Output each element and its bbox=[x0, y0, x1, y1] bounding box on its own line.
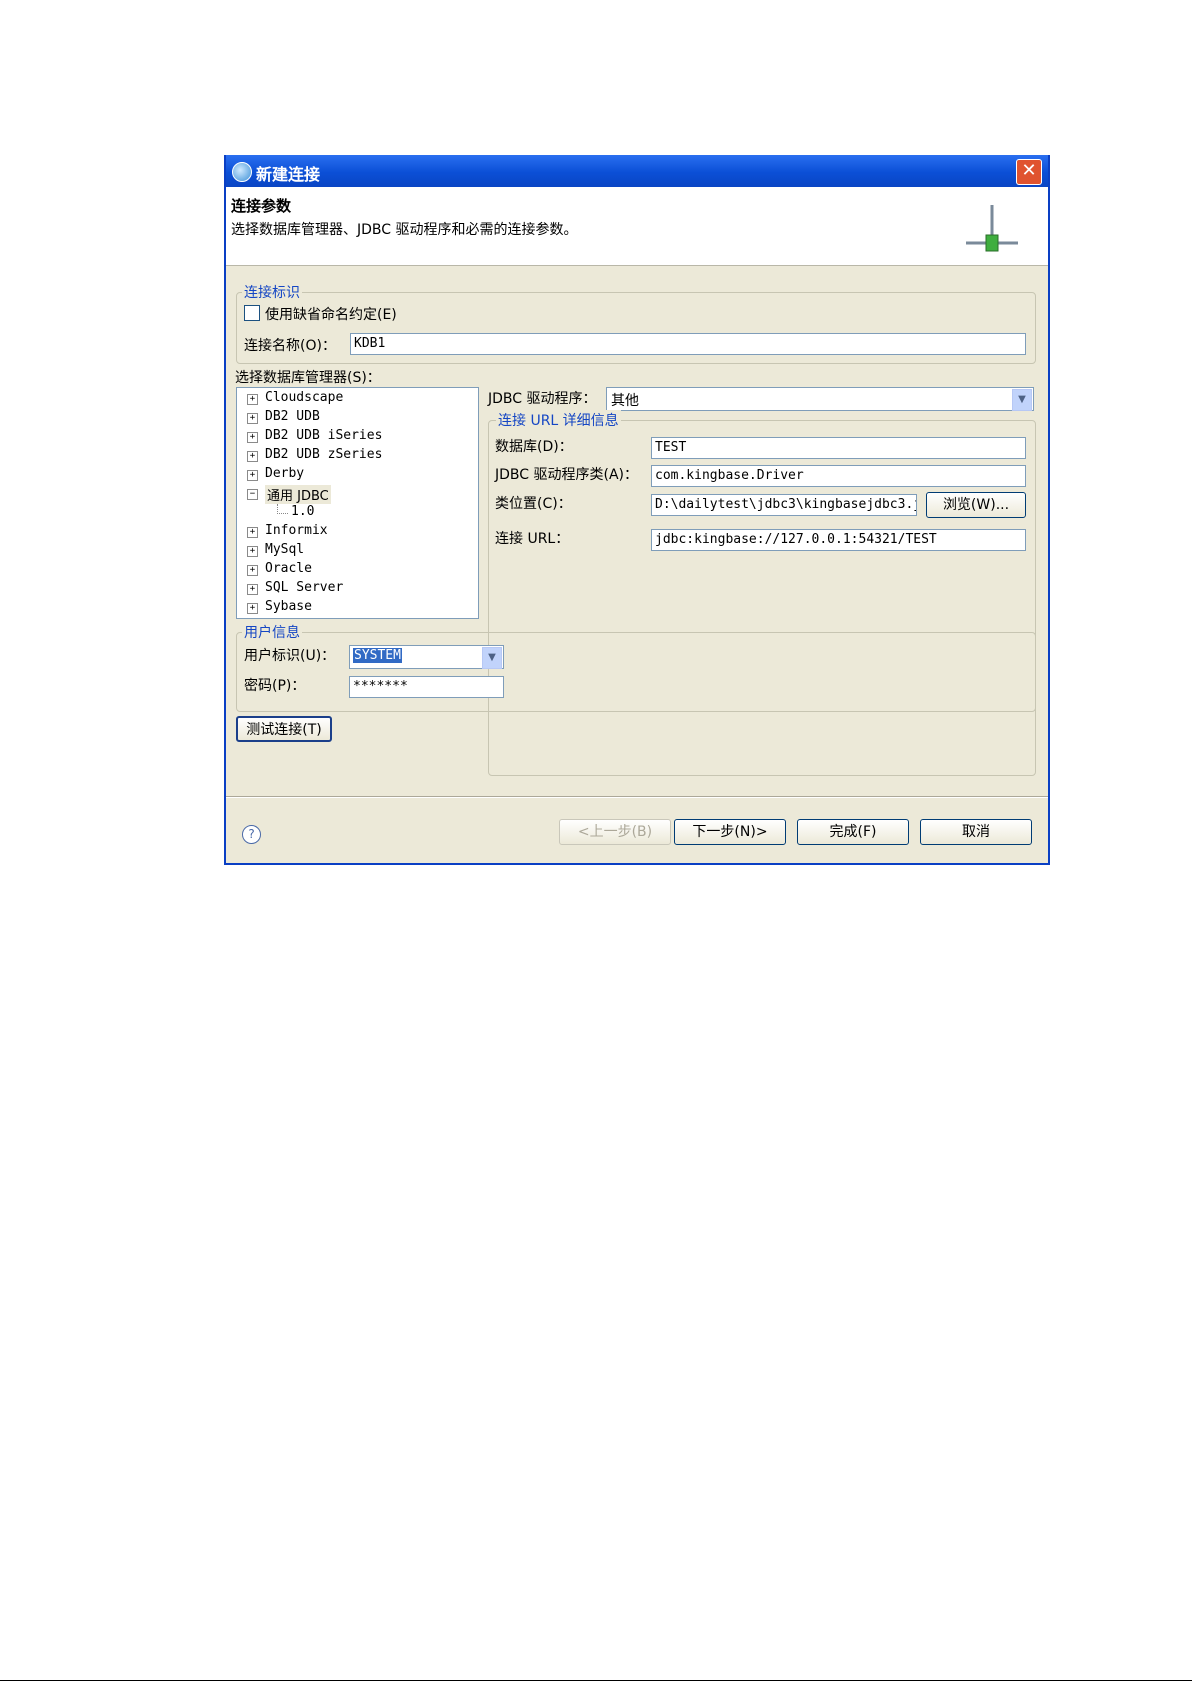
user-info-group-label: 用户信息 bbox=[242, 622, 302, 642]
tree-item-label: 通用 JDBC bbox=[265, 485, 331, 504]
cancel-button[interactable]: 取消 bbox=[920, 819, 1032, 845]
expand-icon[interactable]: + bbox=[247, 603, 258, 614]
expand-icon[interactable]: + bbox=[247, 565, 258, 576]
connection-id-group-label: 连接标识 bbox=[242, 282, 302, 302]
tree-item-version[interactable]: 1.0 bbox=[237, 504, 477, 522]
wizard-banner: 连接参数 选择数据库管理器、JDBC 驱动程序和必需的连接参数。 bbox=[226, 187, 1048, 266]
tree-item-generic-jdbc[interactable]: − 通用 JDBC bbox=[237, 485, 477, 504]
close-button[interactable]: ✕ bbox=[1016, 159, 1042, 185]
title-bar: 新建连接 ✕ bbox=[226, 155, 1048, 187]
connection-url-field[interactable]: jdbc:kingbase://127.0.0.1:54321/TEST bbox=[651, 529, 1026, 551]
driver-class-field[interactable]: com.kingbase.Driver bbox=[651, 465, 1026, 487]
expand-icon[interactable]: + bbox=[247, 470, 258, 481]
next-button[interactable]: 下一步(N)> bbox=[674, 819, 786, 845]
jdbc-driver-value: 其他 bbox=[611, 393, 639, 409]
jdbc-driver-label: JDBC 驱动程序： bbox=[488, 391, 597, 407]
default-naming-label: 使用缺省命名约定(E) bbox=[265, 307, 397, 323]
chevron-down-icon[interactable]: ▼ bbox=[482, 647, 502, 669]
chevron-down-icon[interactable]: ▼ bbox=[1012, 389, 1032, 411]
tree-item-label: DB2 UDB bbox=[265, 409, 320, 424]
expand-icon[interactable]: + bbox=[247, 527, 258, 538]
tree-item-label: Sybase bbox=[265, 599, 312, 614]
connection-name-label: 连接名称(O)： bbox=[244, 338, 336, 354]
user-id-select[interactable]: SYSTEM ▼ bbox=[349, 645, 504, 669]
connection-name-field[interactable]: KDB1 bbox=[350, 333, 1026, 355]
page-bottom-rule bbox=[0, 1680, 1192, 1681]
banner-title: 连接参数 bbox=[231, 197, 292, 215]
tree-item[interactable]: + Informix bbox=[237, 523, 477, 541]
jdbc-driver-select[interactable]: 其他 ▼ bbox=[606, 387, 1034, 411]
expand-icon[interactable]: + bbox=[247, 451, 258, 462]
class-location-label: 类位置(C)： bbox=[495, 496, 572, 512]
footer-separator bbox=[226, 796, 1048, 798]
connection-url-label: 连接 URL： bbox=[495, 531, 570, 547]
expand-icon[interactable]: + bbox=[247, 413, 258, 424]
tree-item-label: MySql bbox=[265, 542, 305, 557]
password-field[interactable]: ******* bbox=[349, 676, 504, 698]
new-connection-dialog: 新建连接 ✕ 连接参数 选择数据库管理器、JDBC 驱动程序和必需的连接参数。 … bbox=[224, 155, 1050, 865]
user-id-value: SYSTEM bbox=[353, 648, 402, 663]
connection-plug-icon bbox=[966, 205, 1018, 252]
help-icon[interactable]: ? bbox=[242, 825, 261, 844]
browse-button[interactable]: 浏览(W)... bbox=[926, 492, 1026, 518]
tree-item-label: SQL Server bbox=[265, 580, 344, 595]
tree-item[interactable]: + Sybase bbox=[237, 599, 477, 617]
back-button[interactable]: <上一步(B) bbox=[559, 819, 671, 845]
tree-item[interactable]: + Oracle bbox=[237, 561, 477, 579]
tree-item[interactable]: + Derby bbox=[237, 466, 477, 484]
tree-item-label: DB2 UDB zSeries bbox=[265, 447, 383, 462]
user-id-label: 用户标识(U)： bbox=[244, 648, 336, 664]
expand-icon[interactable]: + bbox=[247, 394, 258, 405]
user-info-group bbox=[236, 632, 1036, 712]
collapse-icon[interactable]: − bbox=[247, 489, 258, 500]
window-title: 新建连接 bbox=[256, 165, 321, 184]
finish-button[interactable]: 完成(F) bbox=[797, 819, 909, 845]
tree-item-label: Cloudscape bbox=[265, 390, 344, 405]
tree-item[interactable]: + SQL Server bbox=[237, 580, 477, 598]
tree-item-label: Derby bbox=[265, 466, 305, 481]
tree-connector-line bbox=[277, 504, 288, 514]
tree-item-label: Oracle bbox=[265, 561, 312, 576]
tree-item[interactable]: + MySql bbox=[237, 542, 477, 560]
expand-icon[interactable]: + bbox=[247, 584, 258, 595]
test-connection-button[interactable]: 测试连接(T) bbox=[236, 716, 332, 742]
password-label: 密码(P)： bbox=[244, 678, 306, 694]
banner-description: 选择数据库管理器、JDBC 驱动程序和必需的连接参数。 bbox=[231, 222, 578, 238]
tree-item[interactable]: + DB2 UDB zSeries bbox=[237, 447, 477, 465]
tree-item-label: 1.0 bbox=[291, 504, 315, 519]
tree-item[interactable]: + Cloudscape bbox=[237, 390, 477, 408]
default-naming-checkbox[interactable] bbox=[244, 305, 260, 321]
expand-icon[interactable]: + bbox=[247, 432, 258, 443]
app-icon bbox=[232, 162, 252, 182]
driver-class-label: JDBC 驱动程序类(A)： bbox=[495, 467, 638, 483]
database-field[interactable]: TEST bbox=[651, 437, 1026, 459]
db-manager-tree[interactable]: + Cloudscape + DB2 UDB + DB2 UDB iSeries… bbox=[236, 387, 479, 619]
tree-item[interactable]: + DB2 UDB iSeries bbox=[237, 428, 477, 446]
url-details-group-label: 连接 URL 详细信息 bbox=[496, 410, 621, 430]
class-location-field[interactable]: D:\dailytest\jdbc3\kingbasejdbc3.jar bbox=[651, 494, 917, 516]
tree-item-label: DB2 UDB iSeries bbox=[265, 428, 383, 443]
db-manager-label: 选择数据库管理器(S)： bbox=[235, 370, 381, 386]
tree-item[interactable]: + DB2 UDB bbox=[237, 409, 477, 427]
database-label: 数据库(D)： bbox=[495, 439, 573, 455]
tree-item-label: Informix bbox=[265, 523, 328, 538]
expand-icon[interactable]: + bbox=[247, 546, 258, 557]
